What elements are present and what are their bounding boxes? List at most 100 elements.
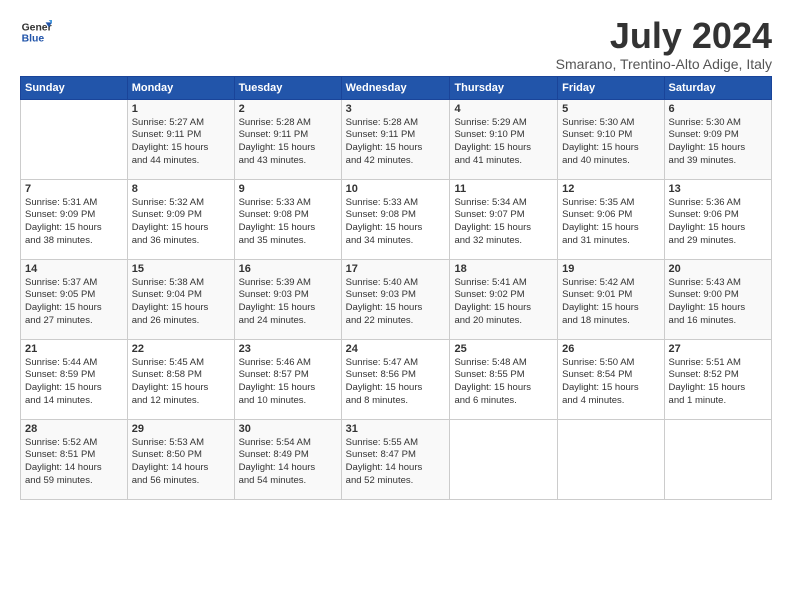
title-block: July 2024 Smarano, Trentino-Alto Adige, …	[556, 16, 772, 72]
logo-icon: General Blue	[20, 16, 52, 48]
calendar-cell: 14 Sunrise: 5:37 AM Sunset: 9:05 PM Dayli…	[21, 259, 128, 339]
day-number: 6	[669, 103, 767, 115]
week-row-1: 1Sunrise: 5:27 AM Sunset: 9:11 PM Daylig…	[21, 99, 772, 179]
calendar-cell: 28 Sunrise: 5:52 AM Sunset: 8:51 PM Dayli…	[21, 419, 128, 499]
svg-text:Blue: Blue	[22, 34, 45, 45]
day-info: Sunrise: 5:32 AM Sunset: 9:09 PM Dayligh…	[132, 197, 230, 248]
header-wednesday: Wednesday	[341, 76, 450, 99]
day-number: 11	[454, 183, 553, 195]
calendar-cell	[664, 419, 771, 499]
week-row-5: 28 Sunrise: 5:52 AM Sunset: 8:51 PM Dayli…	[21, 419, 772, 499]
calendar-cell	[450, 419, 558, 499]
day-info: Sunrise: 5:33 AM Sunset: 9:08 PM Dayligh…	[239, 197, 337, 248]
day-number: 13	[669, 183, 767, 195]
day-number: 25	[454, 343, 553, 355]
day-info: Sunrise: 5:51 AM Sunset: 8:52 PM Dayligh…	[669, 357, 767, 408]
calendar-cell: 22 Sunrise: 5:45 AM Sunset: 8:58 PM Dayli…	[127, 339, 234, 419]
day-info: Sunrise: 5:28 AM Sunset: 9:11 PM Dayligh…	[239, 117, 337, 168]
calendar-cell: 21 Sunrise: 5:44 AM Sunset: 8:59 PM Dayli…	[21, 339, 128, 419]
day-number: 23	[239, 343, 337, 355]
calendar-cell: 31 Sunrise: 5:55 AM Sunset: 8:47 PM Dayli…	[341, 419, 450, 499]
calendar-cell: 26 Sunrise: 5:50 AM Sunset: 8:54 PM Dayli…	[558, 339, 664, 419]
day-number: 14	[25, 263, 123, 275]
calendar-cell: 25Sunrise: 5:48 AM Sunset: 8:55 PM Dayli…	[450, 339, 558, 419]
day-info: Sunrise: 5:52 AM Sunset: 8:51 PM Dayligh…	[25, 437, 123, 488]
calendar-cell: 7 Sunrise: 5:31 AM Sunset: 9:09 PM Daylig…	[21, 179, 128, 259]
day-info: Sunrise: 5:30 AM Sunset: 9:09 PM Dayligh…	[669, 117, 767, 168]
calendar-cell: 27 Sunrise: 5:51 AM Sunset: 8:52 PM Dayli…	[664, 339, 771, 419]
day-number: 24	[346, 343, 446, 355]
page-container: General Blue July 2024 Smarano, Trentino…	[0, 0, 792, 510]
day-number: 4	[454, 103, 553, 115]
calendar-cell	[558, 419, 664, 499]
week-row-4: 21 Sunrise: 5:44 AM Sunset: 8:59 PM Dayli…	[21, 339, 772, 419]
header: General Blue July 2024 Smarano, Trentino…	[20, 16, 772, 72]
day-info: Sunrise: 5:55 AM Sunset: 8:47 PM Dayligh…	[346, 437, 446, 488]
day-number: 2	[239, 103, 337, 115]
day-number: 26	[562, 343, 659, 355]
day-number: 21	[25, 343, 123, 355]
day-number: 27	[669, 343, 767, 355]
day-info: Sunrise: 5:37 AM Sunset: 9:05 PM Dayligh…	[25, 277, 123, 328]
day-info: Sunrise: 5:38 AM Sunset: 9:04 PM Dayligh…	[132, 277, 230, 328]
calendar-cell: 12Sunrise: 5:35 AM Sunset: 9:06 PM Dayli…	[558, 179, 664, 259]
calendar-cell: 6 Sunrise: 5:30 AM Sunset: 9:09 PM Daylig…	[664, 99, 771, 179]
days-header-row: Sunday Monday Tuesday Wednesday Thursday…	[21, 76, 772, 99]
calendar-cell: 23 Sunrise: 5:46 AM Sunset: 8:57 PM Dayli…	[234, 339, 341, 419]
header-saturday: Saturday	[664, 76, 771, 99]
calendar-cell: 5Sunrise: 5:30 AM Sunset: 9:10 PM Daylig…	[558, 99, 664, 179]
day-info: Sunrise: 5:33 AM Sunset: 9:08 PM Dayligh…	[346, 197, 446, 248]
day-info: Sunrise: 5:27 AM Sunset: 9:11 PM Dayligh…	[132, 117, 230, 168]
day-info: Sunrise: 5:31 AM Sunset: 9:09 PM Dayligh…	[25, 197, 123, 248]
day-number: 31	[346, 423, 446, 435]
day-info: Sunrise: 5:40 AM Sunset: 9:03 PM Dayligh…	[346, 277, 446, 328]
header-monday: Monday	[127, 76, 234, 99]
day-info: Sunrise: 5:43 AM Sunset: 9:00 PM Dayligh…	[669, 277, 767, 328]
month-title: July 2024	[556, 16, 772, 56]
day-number: 9	[239, 183, 337, 195]
week-row-3: 14 Sunrise: 5:37 AM Sunset: 9:05 PM Dayli…	[21, 259, 772, 339]
day-info: Sunrise: 5:28 AM Sunset: 9:11 PM Dayligh…	[346, 117, 446, 168]
calendar-cell: 29Sunrise: 5:53 AM Sunset: 8:50 PM Dayli…	[127, 419, 234, 499]
day-number: 8	[132, 183, 230, 195]
calendar-cell: 9 Sunrise: 5:33 AM Sunset: 9:08 PM Daylig…	[234, 179, 341, 259]
calendar-cell: 2 Sunrise: 5:28 AM Sunset: 9:11 PM Daylig…	[234, 99, 341, 179]
day-info: Sunrise: 5:36 AM Sunset: 9:06 PM Dayligh…	[669, 197, 767, 248]
day-number: 18	[454, 263, 553, 275]
day-info: Sunrise: 5:50 AM Sunset: 8:54 PM Dayligh…	[562, 357, 659, 408]
day-info: Sunrise: 5:35 AM Sunset: 9:06 PM Dayligh…	[562, 197, 659, 248]
day-info: Sunrise: 5:47 AM Sunset: 8:56 PM Dayligh…	[346, 357, 446, 408]
day-info: Sunrise: 5:44 AM Sunset: 8:59 PM Dayligh…	[25, 357, 123, 408]
calendar-table: Sunday Monday Tuesday Wednesday Thursday…	[20, 76, 772, 500]
calendar-cell: 11 Sunrise: 5:34 AM Sunset: 9:07 PM Dayli…	[450, 179, 558, 259]
day-info: Sunrise: 5:53 AM Sunset: 8:50 PM Dayligh…	[132, 437, 230, 488]
calendar-cell: 8 Sunrise: 5:32 AM Sunset: 9:09 PM Daylig…	[127, 179, 234, 259]
logo: General Blue	[20, 16, 52, 48]
calendar-cell: 17 Sunrise: 5:40 AM Sunset: 9:03 PM Dayli…	[341, 259, 450, 339]
calendar-cell: 15 Sunrise: 5:38 AM Sunset: 9:04 PM Dayli…	[127, 259, 234, 339]
calendar-cell: 20 Sunrise: 5:43 AM Sunset: 9:00 PM Dayli…	[664, 259, 771, 339]
day-info: Sunrise: 5:29 AM Sunset: 9:10 PM Dayligh…	[454, 117, 553, 168]
day-info: Sunrise: 5:42 AM Sunset: 9:01 PM Dayligh…	[562, 277, 659, 328]
day-number: 15	[132, 263, 230, 275]
calendar-cell: 3Sunrise: 5:28 AM Sunset: 9:11 PM Daylig…	[341, 99, 450, 179]
day-number: 19	[562, 263, 659, 275]
calendar-cell: 30Sunrise: 5:54 AM Sunset: 8:49 PM Dayli…	[234, 419, 341, 499]
day-info: Sunrise: 5:46 AM Sunset: 8:57 PM Dayligh…	[239, 357, 337, 408]
day-number: 22	[132, 343, 230, 355]
calendar-cell: 1Sunrise: 5:27 AM Sunset: 9:11 PM Daylig…	[127, 99, 234, 179]
day-number: 17	[346, 263, 446, 275]
week-row-2: 7 Sunrise: 5:31 AM Sunset: 9:09 PM Daylig…	[21, 179, 772, 259]
calendar-cell: 13 Sunrise: 5:36 AM Sunset: 9:06 PM Dayli…	[664, 179, 771, 259]
day-number: 10	[346, 183, 446, 195]
day-info: Sunrise: 5:34 AM Sunset: 9:07 PM Dayligh…	[454, 197, 553, 248]
day-number: 7	[25, 183, 123, 195]
day-number: 30	[239, 423, 337, 435]
location-subtitle: Smarano, Trentino-Alto Adige, Italy	[556, 56, 772, 72]
day-number: 28	[25, 423, 123, 435]
calendar-cell: 4 Sunrise: 5:29 AM Sunset: 9:10 PM Daylig…	[450, 99, 558, 179]
day-number: 20	[669, 263, 767, 275]
day-info: Sunrise: 5:45 AM Sunset: 8:58 PM Dayligh…	[132, 357, 230, 408]
calendar-cell: 18Sunrise: 5:41 AM Sunset: 9:02 PM Dayli…	[450, 259, 558, 339]
calendar-cell: 19 Sunrise: 5:42 AM Sunset: 9:01 PM Dayli…	[558, 259, 664, 339]
